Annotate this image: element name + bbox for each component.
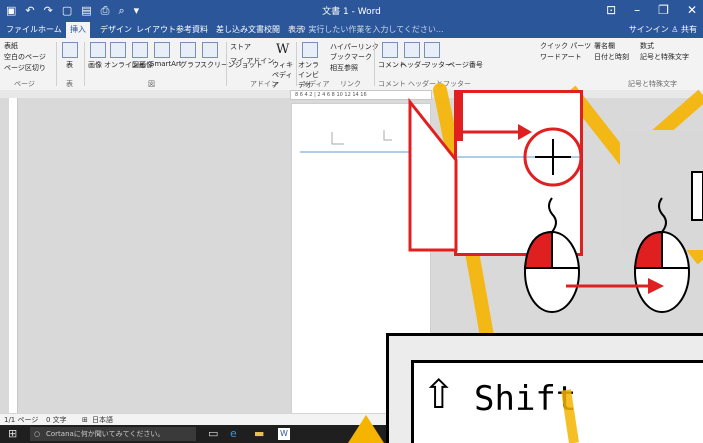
word-window: ▣ ↶ ↷ ▢ ▤ ⎙ ⌕ ▾ 文書 1 - Word ⊡ – ❐ ✕ ファイル… <box>0 0 703 443</box>
margin-corner-marker <box>383 130 392 141</box>
document-title: 文書 1 - Word <box>322 7 381 17</box>
group-header-footer: ヘッダーとフッター <box>408 80 471 88</box>
partial-box <box>691 171 703 221</box>
share-label: 共有 <box>681 25 697 34</box>
guide-stroke <box>564 85 703 265</box>
title-bar: ▣ ↶ ↷ ▢ ▤ ⎙ ⌕ ▾ 文書 1 - Word ⊡ – ❐ ✕ <box>0 0 703 22</box>
cortana-icon: ○ <box>34 430 41 438</box>
maximize-icon[interactable]: ❐ <box>658 2 669 18</box>
divider <box>226 42 227 86</box>
cross-reference-button[interactable]: 相互参照 <box>330 63 358 73</box>
group-symbols: 記号と特殊文字 <box>628 80 677 88</box>
screenshot-icon[interactable] <box>202 42 218 58</box>
tab-insert[interactable]: 挿入 <box>66 22 90 38</box>
window-controls: ⊡ – ❐ ✕ <box>606 2 697 18</box>
mouse-drag-icon <box>633 197 690 313</box>
group-illustrations: 図 <box>148 80 155 88</box>
equation-button[interactable]: 数式 <box>640 41 654 51</box>
shift-arrow-icon: ⇧ <box>422 372 456 418</box>
picture-button[interactable]: 画像 <box>88 60 102 70</box>
callout-content <box>457 93 583 187</box>
group-addins: アドイン <box>250 80 278 88</box>
picture-icon[interactable] <box>90 42 106 58</box>
header-icon[interactable] <box>404 42 420 58</box>
cover-page-button[interactable]: 表紙 <box>4 41 18 51</box>
tab-review[interactable]: 校閲 <box>260 22 284 38</box>
shapes-icon[interactable] <box>132 42 148 58</box>
ruler-area: 8 6 4 2 | 2 4 6 8 10 12 14 16 <box>0 90 703 100</box>
word-taskbar-icon[interactable]: W <box>278 428 290 440</box>
tab-references[interactable]: 参考資料 <box>172 22 212 38</box>
page-break-button[interactable]: ページ区切り <box>4 63 46 73</box>
comment-icon[interactable] <box>382 42 398 58</box>
quick-parts-button[interactable]: クイック パーツ <box>540 41 591 51</box>
tab-home[interactable]: ホーム <box>34 22 66 38</box>
drag-arrowhead <box>648 278 664 294</box>
shift-label: Shift <box>474 379 577 419</box>
vertical-ruler[interactable] <box>9 98 18 413</box>
blank-page-label: 空白のページ <box>4 53 46 61</box>
cover-page-label: 表紙 <box>4 42 18 50</box>
blank-page-button[interactable]: 空白のページ <box>4 52 46 62</box>
sign-in-link[interactable]: サインイン ♙ 共有 <box>629 22 697 38</box>
chart-button[interactable]: グラフ <box>180 60 201 70</box>
online-video-icon[interactable] <box>302 42 318 58</box>
wordart-button[interactable]: ワードアート <box>540 52 582 62</box>
shift-key: ⇧ Shift <box>386 333 703 443</box>
margin-corner-marker <box>331 132 344 145</box>
divider <box>56 42 57 86</box>
page-number-button[interactable]: ページ番号 <box>448 60 483 70</box>
close-icon[interactable]: ✕ <box>687 2 697 18</box>
hyperlink-button[interactable]: ハイパーリンク <box>330 42 379 52</box>
horizontal-ruler[interactable]: 8 6 4 2 | 2 4 6 8 10 12 14 16 <box>290 90 432 100</box>
file-explorer-icon[interactable]: ▬ <box>254 428 264 440</box>
store-button[interactable]: ストア <box>230 42 251 52</box>
date-time-button[interactable]: 日付と時刻 <box>594 52 629 62</box>
guide-stroke <box>635 89 703 156</box>
table-icon[interactable] <box>62 42 78 58</box>
cortana-placeholder: Cortanaに何か聞いてみてください。 <box>46 430 165 438</box>
task-view-icon[interactable]: ▭ <box>208 428 218 440</box>
group-media: メディア <box>302 80 330 88</box>
symbol-button[interactable]: 記号と特殊文字 <box>640 52 689 62</box>
tab-design[interactable]: デザイン <box>96 22 136 38</box>
magnified-crosshair-icon <box>535 139 571 175</box>
online-picture-icon[interactable] <box>110 42 126 58</box>
minimize-icon[interactable]: – <box>634 2 640 18</box>
chart-icon[interactable] <box>180 42 196 58</box>
divider <box>84 42 85 86</box>
shift-key-face: ⇧ Shift <box>411 360 703 443</box>
edge-icon[interactable]: e <box>230 428 237 440</box>
ribbon-tabs: ファイル ホーム 挿入 デザイン レイアウト 参考資料 差し込み文書 校閲 表示… <box>0 22 703 38</box>
zoom-callout <box>454 90 583 256</box>
group-table: 表 <box>66 80 73 88</box>
footer-icon[interactable] <box>424 42 440 58</box>
tell-me-box[interactable]: ♀ 実行したい作業を入力してください... <box>300 22 444 38</box>
ribbon-display-icon[interactable]: ⊡ <box>606 2 616 18</box>
share-icon: ♙ <box>671 25 679 34</box>
group-comments: コメント <box>378 80 406 88</box>
signature-line-button[interactable]: 署名欄 <box>594 41 615 51</box>
windows-start-icon[interactable]: ⊞ <box>8 428 17 440</box>
ribbon-insert: 表紙 空白のページ ページ区切り ページ 表 表 画像 オンライン画像 図形 S… <box>0 38 703 91</box>
divider <box>296 42 297 86</box>
divider <box>374 42 375 86</box>
smartart-button[interactable]: SmartArt <box>150 60 182 68</box>
shapes-button[interactable]: 図形 <box>132 60 146 70</box>
crosshair-cursor-icon <box>413 147 423 157</box>
wikipedia-icon[interactable]: W <box>276 42 289 57</box>
ruler-ticks: 8 6 4 2 | 2 4 6 8 10 12 14 16 <box>295 92 367 98</box>
page-break-label: ページ区切り <box>4 64 46 72</box>
smartart-icon[interactable] <box>154 42 170 58</box>
table-label: 表 <box>66 61 73 69</box>
group-links: リンク <box>340 80 361 88</box>
group-pages: ページ <box>14 80 35 88</box>
callout-bar <box>457 93 463 141</box>
background-panel <box>620 130 703 250</box>
my-addins-button[interactable]: マイ アドイン <box>230 56 274 66</box>
sign-in-label: サインイン <box>628 25 669 34</box>
cortana-search-box[interactable]: ○ Cortanaに何か聞いてみてください。 <box>30 427 196 441</box>
bookmark-button[interactable]: ブックマーク <box>330 52 372 62</box>
